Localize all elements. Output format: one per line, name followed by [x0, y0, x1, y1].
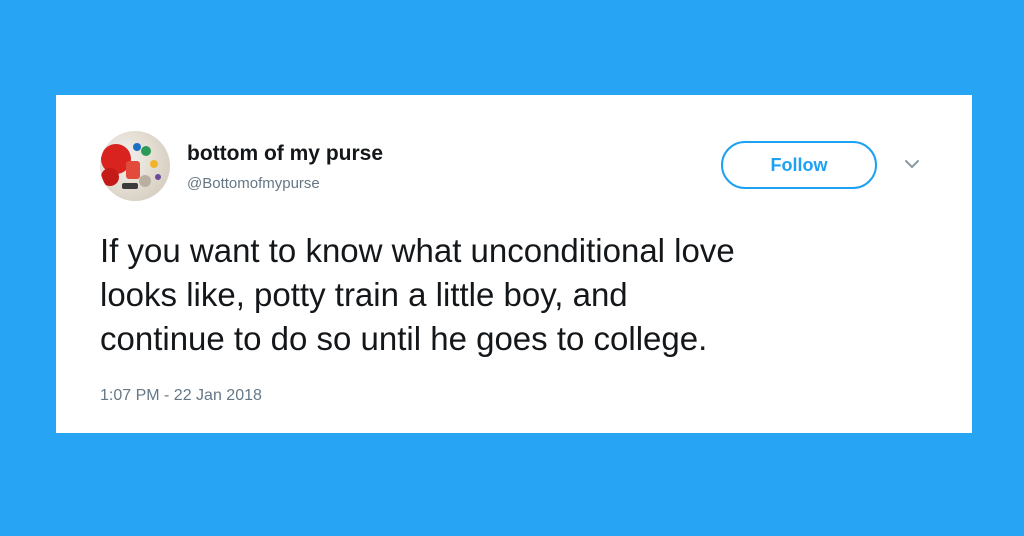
avatar-image — [101, 143, 161, 189]
tweet-text-line: looks like, potty train a little boy, an… — [100, 276, 628, 313]
tweet-text: If you want to know what unconditional l… — [100, 229, 940, 361]
user-handle[interactable]: @Bottomofmypurse — [187, 175, 320, 192]
tweet-timestamp[interactable]: 1:07 PM - 22 Jan 2018 — [100, 387, 262, 405]
chevron-down-icon[interactable] — [902, 157, 922, 171]
tweet-text-line: If you want to know what unconditional l… — [100, 232, 735, 269]
follow-button[interactable]: Follow — [721, 141, 877, 189]
tweet-card: bottom of my purse @Bottomofmypurse Foll… — [56, 95, 972, 433]
avatar[interactable] — [100, 131, 170, 201]
tweet-text-line: continue to do so until he goes to colle… — [100, 320, 708, 357]
display-name[interactable]: bottom of my purse — [187, 142, 383, 166]
